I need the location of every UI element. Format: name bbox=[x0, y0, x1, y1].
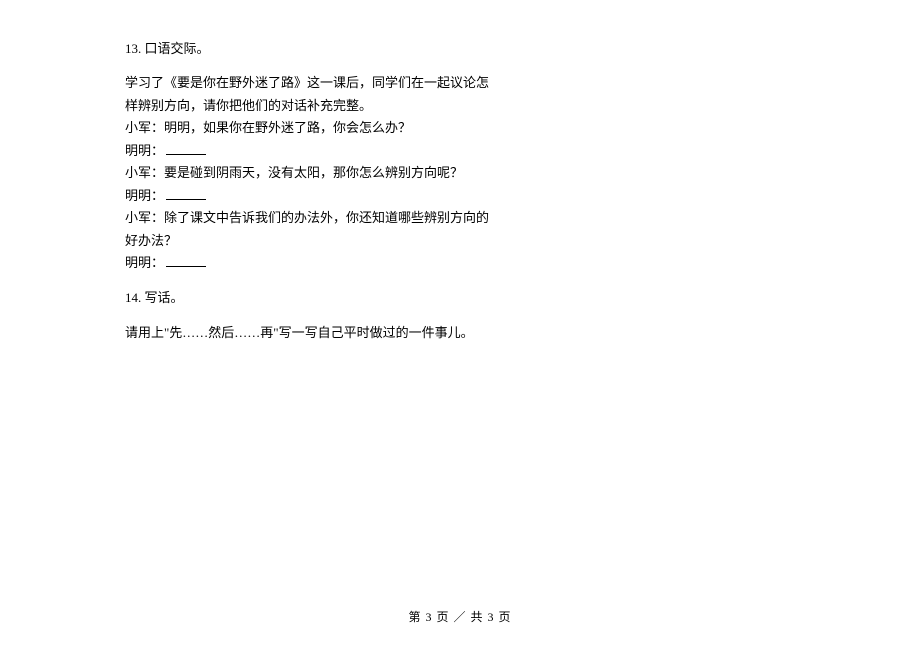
q13-line-1: 学习了《要是你在野外迷了路》这一课后，同学们在一起议论怎 bbox=[125, 72, 510, 93]
q13-line-9-text: 明明： bbox=[125, 255, 164, 270]
q13-line-2: 样辨别方向，请你把他们的对话补充完整。 bbox=[125, 95, 510, 116]
blank-1 bbox=[166, 141, 206, 155]
q13-line-6-text: 明明： bbox=[125, 188, 164, 203]
blank-2 bbox=[166, 186, 206, 200]
q13-line-3: 小军：明明，如果你在野外迷了路，你会怎么办？ bbox=[125, 117, 510, 138]
q13-line-7: 小军：除了课文中告诉我们的办法外，你还知道哪些辨别方向的 bbox=[125, 207, 510, 228]
question-14-header: 14. 写话。 bbox=[125, 287, 510, 308]
q13-line-5: 小军：要是碰到阴雨天，没有太阳，那你怎么辨别方向呢？ bbox=[125, 162, 510, 183]
document-content: 13. 口语交际。 学习了《要是你在野外迷了路》这一课后，同学们在一起议论怎 样… bbox=[0, 0, 510, 343]
q13-line-9: 明明： bbox=[125, 252, 510, 273]
q13-line-4-text: 明明： bbox=[125, 143, 164, 158]
page-footer: 第 3 页 ／ 共 3 页 bbox=[0, 608, 920, 628]
q13-line-6: 明明： bbox=[125, 185, 510, 206]
q14-body: 请用上"先……然后……再"写一写自己平时做过的一件事儿。 bbox=[125, 322, 510, 343]
question-13-header: 13. 口语交际。 bbox=[125, 38, 510, 59]
q13-line-8: 好办法？ bbox=[125, 230, 510, 251]
blank-3 bbox=[166, 253, 206, 267]
q13-line-4: 明明： bbox=[125, 140, 510, 161]
